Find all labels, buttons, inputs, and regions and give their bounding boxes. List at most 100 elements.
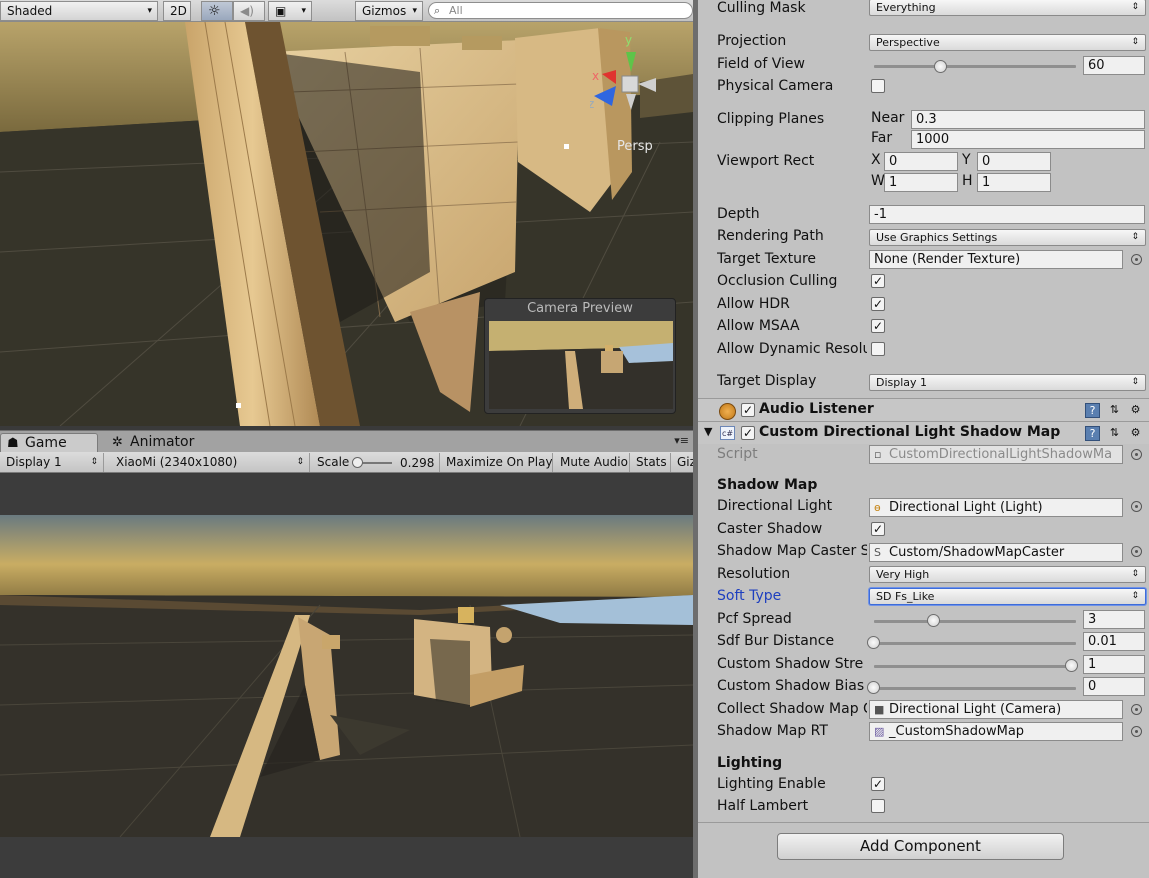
scene-audio-toggle[interactable]: ◀) (233, 1, 265, 21)
scene-effects-dropdown[interactable]: ▣ ▾ (268, 1, 312, 21)
display-dropdown[interactable]: Display 1 ⇕ (0, 453, 104, 472)
gear-icon[interactable]: ⚙ (1128, 403, 1143, 418)
projection-label[interactable]: Persp (617, 139, 653, 154)
custom-shadow-bias-slider-track[interactable] (874, 687, 1076, 690)
sdf-bur-distance-slider-thumb[interactable] (867, 636, 880, 649)
object-picker-icon[interactable] (1131, 704, 1142, 715)
tab-game-label: Game (25, 435, 67, 451)
collect-shadow-map-label: Collect Shadow Map C (717, 701, 867, 717)
directional-light-field[interactable]: ɵ Directional Light (Light) (869, 498, 1123, 517)
allow-dynamic-resolution-checkbox[interactable] (871, 342, 885, 356)
scene-search-input[interactable]: ⌕ All (428, 2, 693, 19)
caster-shadow-row: Caster Shadow ✓ (698, 519, 1149, 541)
far-input[interactable]: 1000 (911, 130, 1145, 149)
audio-listener-header[interactable]: ✓ Audio Listener ? ⇅ ⚙ (698, 398, 1149, 421)
2d-toggle-button[interactable]: 2D (163, 1, 191, 21)
pcf-spread-slider-track[interactable] (874, 620, 1076, 623)
shadow-map-component-header[interactable]: ▼ c# ✓ Custom Directional Light Shadow M… (698, 421, 1149, 444)
tab-game[interactable]: ☗ Game (0, 433, 98, 453)
search-icon: ⌕ (434, 4, 441, 17)
rendering-path-dropdown[interactable]: Use Graphics Settings ⇕ (869, 229, 1146, 246)
shadow-map-caster-value: Custom/ShadowMapCaster (889, 545, 1065, 560)
gizmos-dropdown[interactable]: Gizmos ▾ (355, 1, 423, 21)
scale-slider-thumb[interactable] (352, 457, 363, 468)
custom-shadow-bias-label: Custom Shadow Bias (717, 678, 865, 694)
camera-preview-image (489, 321, 673, 409)
object-picker-icon[interactable] (1131, 501, 1142, 512)
custom-shadow-strength-slider-track[interactable] (874, 665, 1076, 668)
projection-dropdown[interactable]: Perspective ⇕ (869, 34, 1146, 51)
directional-light-label: Directional Light (717, 498, 833, 514)
viewport-w-input[interactable]: 1 (884, 173, 958, 192)
chevron-updown-icon: ⇕ (90, 457, 98, 467)
near-input[interactable]: 0.3 (911, 110, 1145, 129)
fov-slider-track[interactable] (874, 65, 1076, 68)
object-picker-icon[interactable] (1131, 546, 1142, 557)
depth-input[interactable]: -1 (869, 205, 1145, 224)
scene-view-panel[interactable]: Shaded ▾ 2D ☼ ◀) ▣ ▾ Gizmos ▾ ⌕ All y x … (0, 0, 693, 426)
mute-audio-toggle[interactable]: Mute Audio (554, 453, 630, 472)
gear-icon[interactable]: ⚙ (1128, 426, 1143, 441)
add-component-button[interactable]: Add Component (777, 833, 1064, 860)
resolution-dropdown[interactable]: Very High ⇕ (869, 566, 1146, 583)
occlusion-culling-row: Occlusion Culling ✓ (698, 271, 1149, 293)
pcf-spread-input[interactable]: 3 (1083, 610, 1145, 629)
camera-preview-title: Camera Preview (527, 301, 633, 316)
game-view-render[interactable] (0, 474, 693, 878)
soft-type-dropdown[interactable]: SD Fs_Like ⇕ (869, 588, 1146, 605)
tab-menu-icon[interactable]: ▾≡ (674, 434, 689, 447)
fov-input[interactable]: 60 (1083, 56, 1145, 75)
resolution-dropdown[interactable]: XiaoMi (2340x1080) ⇕ (110, 453, 310, 472)
occlusion-culling-label: Occlusion Culling (717, 273, 838, 289)
chevron-down-icon: ▾ (412, 6, 417, 16)
scene-lighting-toggle[interactable]: ☼ (201, 1, 233, 21)
sdf-bur-distance-slider-track[interactable] (874, 642, 1076, 645)
draw-mode-dropdown[interactable]: Shaded ▾ (0, 1, 158, 21)
viewport-x-input[interactable]: 0 (884, 152, 958, 171)
pcf-spread-label: Pcf Spread (717, 611, 792, 627)
far-label: Far (871, 130, 893, 146)
tab-animator[interactable]: ✲ Animator (106, 433, 216, 453)
target-display-dropdown[interactable]: Display 1 ⇕ (869, 374, 1146, 391)
presets-icon[interactable]: ⇅ (1107, 426, 1122, 441)
custom-shadow-bias-slider-thumb[interactable] (867, 681, 880, 694)
physical-camera-checkbox[interactable] (871, 79, 885, 93)
shadow-map-caster-field[interactable]: S Custom/ShadowMapCaster (869, 543, 1123, 562)
shadow-map-enabled-checkbox[interactable]: ✓ (741, 426, 755, 440)
shadow-map-rt-field[interactable]: ▨ _CustomShadowMap (869, 722, 1123, 741)
custom-shadow-strength-slider-thumb[interactable] (1065, 659, 1078, 672)
custom-shadow-bias-input[interactable]: 0 (1083, 677, 1145, 696)
sdf-bur-distance-input[interactable]: 0.01 (1083, 632, 1145, 651)
script-icon: c# (720, 426, 735, 440)
allow-hdr-checkbox[interactable]: ✓ (871, 297, 885, 311)
viewport-h-input[interactable]: 1 (977, 173, 1051, 192)
occlusion-culling-checkbox[interactable]: ✓ (871, 274, 885, 288)
chevron-updown-icon: ⇕ (1131, 2, 1139, 12)
pcf-spread-slider-thumb[interactable] (927, 614, 940, 627)
projection-row: Projection Perspective ⇕ (698, 31, 1149, 53)
caster-shadow-checkbox[interactable]: ✓ (871, 522, 885, 536)
half-lambert-checkbox[interactable] (871, 799, 885, 813)
collect-shadow-map-field[interactable]: ■ Directional Light (Camera) (869, 700, 1123, 719)
help-icon[interactable]: ? (1085, 426, 1100, 441)
presets-icon[interactable]: ⇅ (1107, 403, 1122, 418)
culling-mask-dropdown[interactable]: Everything ⇕ (869, 0, 1146, 16)
animator-icon: ✲ (112, 435, 123, 450)
lighting-enable-checkbox[interactable]: ✓ (871, 777, 885, 791)
clipping-planes-row: Clipping Planes Near 0.3 Far 1000 (698, 109, 1149, 153)
shadow-map-rt-row: Shadow Map RT ▨ _CustomShadowMap (698, 721, 1149, 743)
object-picker-icon[interactable] (1131, 726, 1142, 737)
custom-shadow-strength-input[interactable]: 1 (1083, 655, 1145, 674)
foldout-arrow-icon[interactable]: ▼ (704, 425, 712, 438)
stats-toggle[interactable]: Stats (630, 453, 671, 472)
allow-msaa-checkbox[interactable]: ✓ (871, 319, 885, 333)
fov-slider-thumb[interactable] (934, 60, 947, 73)
object-picker-icon[interactable] (1131, 254, 1142, 265)
viewport-y-input[interactable]: 0 (977, 152, 1051, 171)
target-texture-field[interactable]: None (Render Texture) (869, 250, 1123, 269)
orientation-gizmo[interactable]: y x z (588, 30, 670, 124)
help-icon[interactable]: ? (1085, 403, 1100, 418)
audio-listener-enabled-checkbox[interactable]: ✓ (741, 403, 755, 417)
maximize-on-play-toggle[interactable]: Maximize On Play (440, 453, 553, 472)
gizmos-toggle[interactable]: Giz (671, 453, 693, 472)
